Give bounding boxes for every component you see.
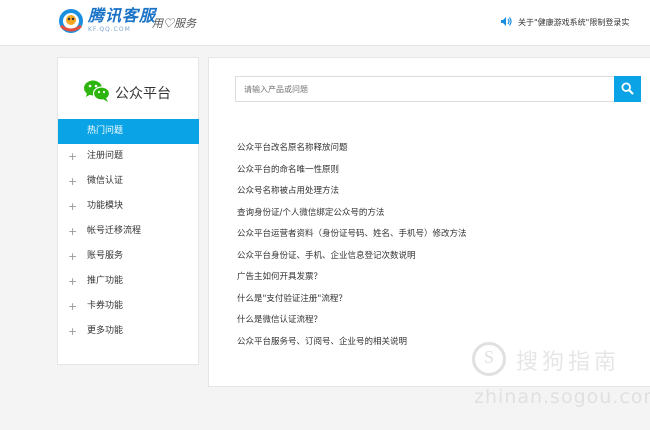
sidebar-item-account-migration[interactable]: + 帐号迁移流程 bbox=[58, 219, 199, 244]
slogan: 用♡服务 bbox=[152, 18, 196, 30]
sidebar-item-label: 账号服务 bbox=[87, 251, 124, 261]
question-link[interactable]: 广告主如何开具发票？ bbox=[237, 270, 467, 292]
question-link[interactable]: 什么是微信认证流程？ bbox=[237, 313, 467, 335]
watermark-cn-text: 搜狗指南 bbox=[516, 350, 621, 375]
watermark-en-text: zhinan.sogou.com bbox=[474, 386, 650, 408]
sidebar-item-function-modules[interactable]: + 功能模块 bbox=[58, 194, 199, 219]
sidebar-item-registration[interactable]: + 注册问题 bbox=[58, 144, 199, 169]
sidebar-item-more[interactable]: + 更多功能 bbox=[58, 319, 199, 344]
question-link[interactable]: 查询身份证/个人微信绑定公众号的方法 bbox=[237, 206, 467, 228]
notice-text: 关于"健康游戏系统"限制登录实 bbox=[518, 18, 630, 27]
sogou-watermark: S 搜狗指南 zhinan.sogou.com bbox=[468, 338, 650, 418]
sidebar-item-wechat-verification[interactable]: + 微信认证 bbox=[58, 169, 199, 194]
question-link[interactable]: 公众平台的命名唯一性原则 bbox=[237, 163, 467, 185]
question-link[interactable]: 公众号名称被占用处理方法 bbox=[237, 184, 467, 206]
question-link[interactable]: 公众平台身份证、手机、企业信息登记次数说明 bbox=[237, 249, 467, 271]
sidebar-item-label: 帐号迁移流程 bbox=[87, 226, 142, 236]
wechat-icon bbox=[84, 80, 111, 102]
question-list: 公众平台改名原名称释放问题 公众平台的命名唯一性原则 公众号名称被占用处理方法 … bbox=[237, 141, 467, 356]
search-box bbox=[235, 76, 615, 102]
tencent-kf-logo-icon[interactable] bbox=[58, 8, 84, 34]
brand-url: KF.QQ.COM bbox=[88, 26, 131, 33]
sidebar-item-label: 推广功能 bbox=[87, 276, 124, 286]
sidebar-item-account-service[interactable]: + 账号服务 bbox=[58, 244, 199, 269]
brand[interactable]: 腾讯客服 KF.QQ.COM bbox=[88, 8, 157, 34]
sidebar-item-label: 功能模块 bbox=[87, 201, 124, 211]
watermark-symbol: S bbox=[483, 347, 494, 367]
notice-link[interactable]: 关于"健康游戏系统"限制登录实 bbox=[501, 17, 650, 28]
search-icon bbox=[621, 82, 634, 95]
sidebar-item-label: 微信认证 bbox=[87, 176, 124, 186]
plus-icon: + bbox=[68, 300, 78, 313]
question-link[interactable]: 公众平台运营者资料（身份证号码、姓名、手机号）修改方法 bbox=[237, 227, 467, 249]
question-link[interactable]: 公众平台服务号、订阅号、企业号的相关说明 bbox=[237, 335, 467, 357]
sidebar-item-label: 热门问题 bbox=[87, 126, 124, 136]
sogou-watermark-logo-icon: S bbox=[472, 342, 506, 376]
plus-icon: + bbox=[68, 275, 78, 288]
plus-icon: + bbox=[68, 200, 78, 213]
sidebar-item-coupons[interactable]: + 卡券功能 bbox=[58, 294, 199, 319]
sidebar-item-hot-questions[interactable]: 热门问题 bbox=[58, 119, 199, 144]
top-header: 腾讯客服 KF.QQ.COM 用♡服务 关于"健康游戏系统"限制登录实 bbox=[0, 0, 650, 46]
plus-icon: + bbox=[68, 325, 78, 338]
sidebar-menu: 热门问题 + 注册问题 + 微信认证 + 功能模块 + 帐号迁移流程 + 账号服… bbox=[58, 119, 199, 344]
plus-icon: + bbox=[68, 150, 78, 163]
question-link[interactable]: 公众平台改名原名称释放问题 bbox=[237, 141, 467, 163]
brand-name: 腾讯客服 bbox=[88, 8, 157, 25]
plus-icon: + bbox=[68, 250, 78, 263]
sidebar-item-label: 卡券功能 bbox=[87, 301, 124, 311]
search-input[interactable] bbox=[236, 77, 612, 101]
sidebar-item-label: 注册问题 bbox=[87, 151, 124, 161]
plus-icon: + bbox=[68, 175, 78, 188]
sidebar-title-label: 公众平台 bbox=[115, 86, 171, 102]
search-button[interactable] bbox=[614, 76, 641, 102]
plus-icon: + bbox=[68, 225, 78, 238]
speaker-icon bbox=[501, 17, 512, 26]
question-link[interactable]: 什么是"支付验证注册"流程？ bbox=[237, 292, 467, 314]
sidebar-item-label: 更多功能 bbox=[87, 326, 124, 336]
sidebar-item-promotion[interactable]: + 推广功能 bbox=[58, 269, 199, 294]
sidebar-title: 公众平台 bbox=[83, 79, 171, 103]
sidebar: 公众平台 热门问题 + 注册问题 + 微信认证 + 功能模块 + 帐号迁移流程 … bbox=[57, 57, 199, 365]
